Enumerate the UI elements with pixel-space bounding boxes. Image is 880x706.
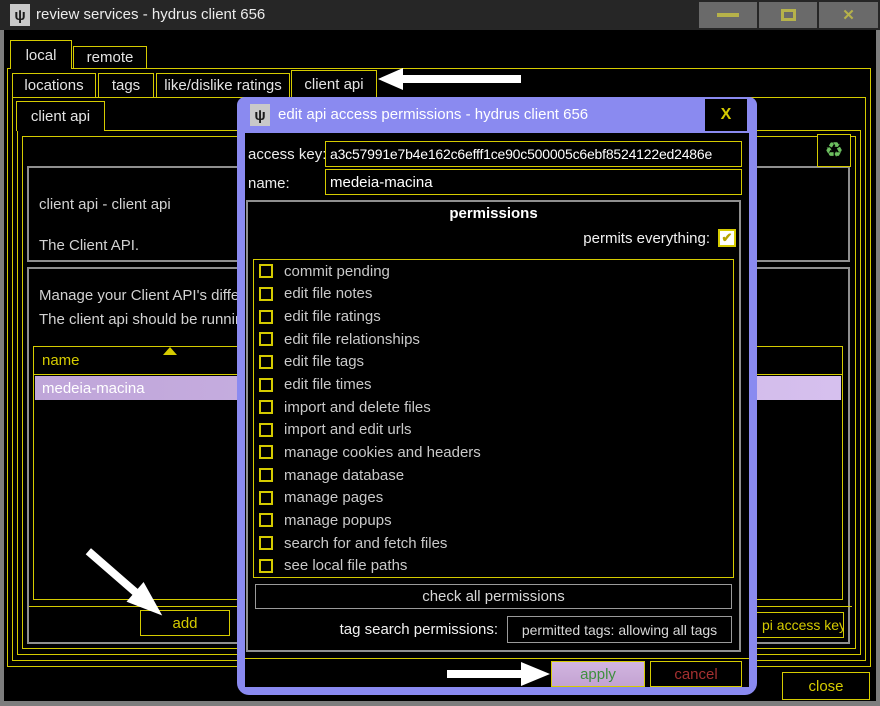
- permission-checkbox[interactable]: [259, 559, 273, 573]
- dialog-close-icon: X: [721, 106, 732, 124]
- tab-local[interactable]: local: [10, 40, 72, 69]
- permission-checkbox[interactable]: [259, 491, 273, 505]
- manage-text-line2: The client api should be runnin: [39, 311, 243, 328]
- permission-checkbox[interactable]: [259, 378, 273, 392]
- permitted-tags-button[interactable]: permitted tags: allowing all tags: [507, 616, 732, 643]
- tab-like-dislike-ratings[interactable]: like/dislike ratings: [156, 73, 290, 98]
- permission-list-item[interactable]: see local file paths: [254, 554, 733, 577]
- arrow-pointing-at-apply-button: [447, 661, 551, 687]
- window-border-bottom: [0, 701, 880, 706]
- permission-checkbox[interactable]: [259, 310, 273, 324]
- permission-label: edit file notes: [284, 285, 372, 302]
- permission-label: see local file paths: [284, 557, 407, 574]
- access-key-label: access key:: [248, 146, 326, 163]
- permission-list-item[interactable]: edit file times: [254, 373, 733, 396]
- permission-list-item[interactable]: manage popups: [254, 509, 733, 532]
- permission-label: import and delete files: [284, 399, 431, 416]
- copy-api-access-key-button[interactable]: pi access key: [748, 612, 844, 638]
- refresh-button[interactable]: ♻: [817, 134, 851, 167]
- permission-checkbox[interactable]: [259, 536, 273, 550]
- close-button[interactable]: close: [782, 672, 870, 700]
- name-label: name:: [248, 175, 290, 192]
- permissions-list[interactable]: commit pending edit file notes edit file…: [253, 259, 734, 578]
- permission-list-item[interactable]: import and delete files: [254, 396, 733, 419]
- permission-checkbox[interactable]: [259, 445, 273, 459]
- permission-list-item[interactable]: manage database: [254, 464, 733, 487]
- permission-label: edit file relationships: [284, 331, 420, 348]
- dialog-psi-icon: ψ: [250, 104, 270, 126]
- permission-list-item[interactable]: edit file tags: [254, 351, 733, 374]
- permission-checkbox[interactable]: [259, 287, 273, 301]
- permissions-group-title: permissions: [248, 205, 739, 222]
- close-window-button[interactable]: ✕: [819, 2, 878, 28]
- window-border-left: [0, 30, 4, 706]
- permission-label: manage pages: [284, 489, 383, 506]
- tab-remote[interactable]: remote: [73, 46, 147, 69]
- maximize-icon: [781, 9, 796, 21]
- apply-button[interactable]: apply: [551, 661, 645, 687]
- permission-label: commit pending: [284, 263, 390, 280]
- arrow-pointing-left-at-client-api-tab: [377, 66, 522, 92]
- tag-search-permissions-label: tag search permissions:: [340, 621, 498, 638]
- manage-text-line1: Manage your Client API's differ: [39, 287, 244, 304]
- permission-checkbox[interactable]: [259, 513, 273, 527]
- tab-client-api-service[interactable]: client api: [16, 101, 105, 131]
- permission-label: edit file ratings: [284, 308, 381, 325]
- titlebar[interactable]: ψ review services - hydrus client 656 ✕: [0, 0, 880, 30]
- cancel-button[interactable]: cancel: [650, 661, 742, 687]
- permission-list-item[interactable]: manage cookies and headers: [254, 441, 733, 464]
- permission-list-item[interactable]: manage pages: [254, 486, 733, 509]
- edit-api-permissions-dialog: ψ edit api access permissions - hydrus c…: [237, 97, 757, 695]
- permission-checkbox[interactable]: [259, 332, 273, 346]
- service-info-description: The Client API.: [39, 237, 139, 254]
- row-name-cell: medeia-macina: [42, 380, 145, 397]
- sort-ascending-icon: [163, 347, 177, 355]
- close-icon: ✕: [842, 6, 855, 24]
- tab-locations[interactable]: locations: [12, 73, 96, 98]
- permission-label: edit file tags: [284, 353, 364, 370]
- tag-search-permissions-row: tag search permissions: permitted tags: …: [248, 616, 732, 643]
- dialog-close-button[interactable]: X: [705, 99, 747, 131]
- permits-everything-label: permits everything:: [583, 230, 710, 247]
- review-services-window: ψ review services - hydrus client 656 ✕ …: [0, 0, 880, 706]
- permission-label: manage popups: [284, 512, 392, 529]
- permission-label: edit file times: [284, 376, 372, 393]
- refresh-icon: ♻: [825, 140, 844, 161]
- dialog-title: edit api access permissions - hydrus cli…: [278, 97, 588, 133]
- dialog-body: access key: a3c57991e7b4e162c6efff1ce90c…: [245, 133, 749, 687]
- permits-everything-row: permits everything: ✔: [583, 229, 736, 247]
- tab-client-api-type[interactable]: client api: [291, 70, 377, 98]
- dialog-button-divider: [245, 658, 749, 659]
- maximize-button[interactable]: [759, 2, 817, 28]
- checkmark-icon: ✔: [722, 230, 733, 246]
- permission-label: manage cookies and headers: [284, 444, 481, 461]
- name-input[interactable]: medeia-macina: [325, 169, 742, 195]
- column-header-name[interactable]: name: [42, 352, 80, 369]
- permission-list-item[interactable]: search for and fetch files: [254, 532, 733, 555]
- permits-everything-checkbox[interactable]: ✔: [718, 229, 736, 247]
- permission-label: search for and fetch files: [284, 535, 447, 552]
- tab-tags[interactable]: tags: [98, 73, 154, 98]
- permission-list-item[interactable]: edit file ratings: [254, 305, 733, 328]
- permission-list-item[interactable]: edit file notes: [254, 283, 733, 306]
- permission-checkbox[interactable]: [259, 468, 273, 482]
- permission-checkbox[interactable]: [259, 400, 273, 414]
- permission-list-item[interactable]: commit pending: [254, 260, 733, 283]
- app-psi-icon: ψ: [10, 4, 30, 26]
- check-all-permissions-button[interactable]: check all permissions: [255, 584, 732, 609]
- permission-label: import and edit urls: [284, 421, 412, 438]
- permission-checkbox[interactable]: [259, 264, 273, 278]
- window-border-right: [876, 30, 880, 706]
- permission-checkbox[interactable]: [259, 355, 273, 369]
- minimize-icon: [717, 13, 739, 17]
- minimize-button[interactable]: [699, 2, 757, 28]
- permission-list-item[interactable]: import and edit urls: [254, 418, 733, 441]
- permission-checkbox[interactable]: [259, 423, 273, 437]
- window-title: review services - hydrus client 656: [36, 0, 265, 30]
- permission-list-item[interactable]: edit file relationships: [254, 328, 733, 351]
- permissions-group: permissions permits everything: ✔ commit…: [246, 200, 741, 652]
- permission-label: manage database: [284, 467, 404, 484]
- access-key-input[interactable]: a3c57991e7b4e162c6efff1ce90c500005c6ebf8…: [325, 141, 742, 167]
- service-info-title: client api - client api: [39, 196, 171, 213]
